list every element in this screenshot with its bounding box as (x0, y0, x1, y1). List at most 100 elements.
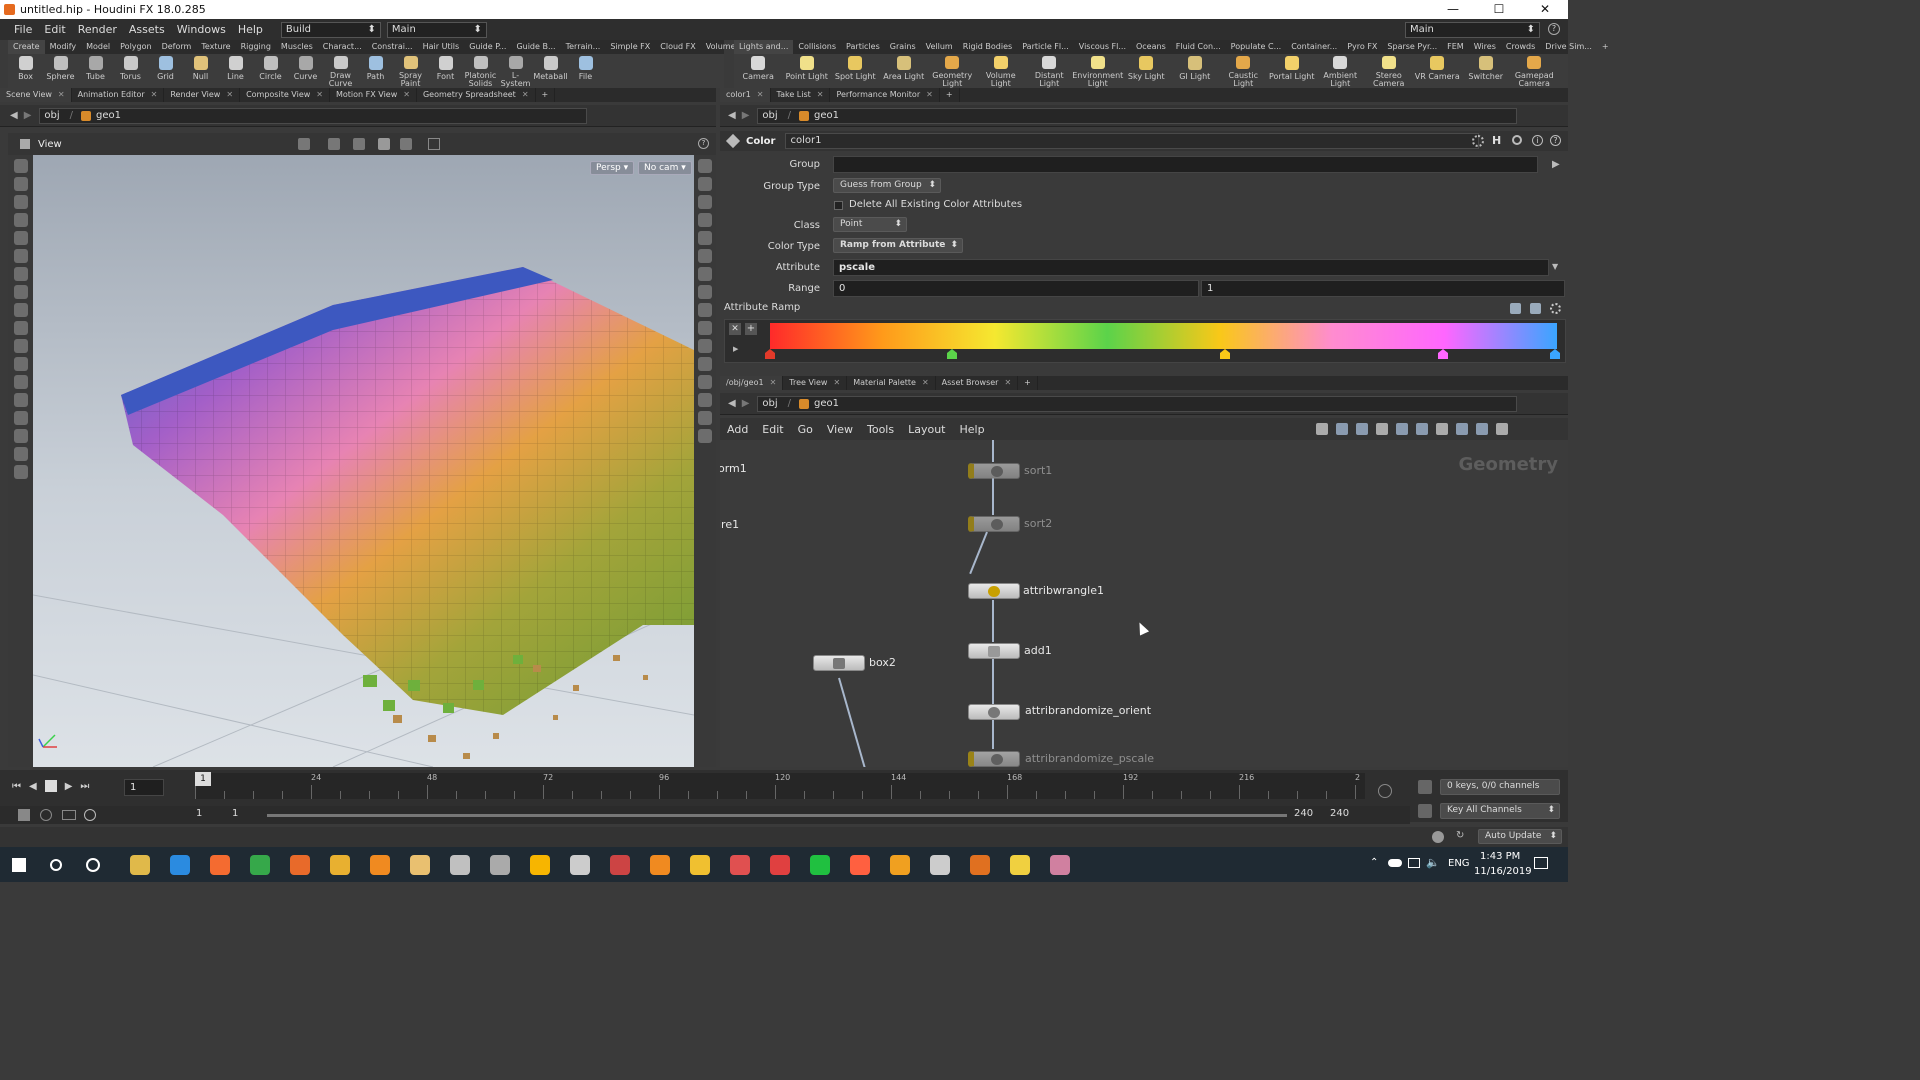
net-path-obj[interactable]: obj (762, 397, 777, 411)
texture-icon[interactable] (13, 357, 28, 371)
network-menu-help[interactable]: Help (953, 423, 992, 436)
taskbar-app-icon-13[interactable] (610, 854, 630, 875)
shelf-tab-hair-utils[interactable]: Hair Utils (418, 40, 465, 54)
ramp-key-1[interactable] (947, 349, 957, 359)
shelf-tool-circle[interactable]: Circle (253, 54, 288, 88)
point-toggle-icon[interactable] (698, 285, 712, 299)
left-pane-tab-geometry-spreadsheet[interactable]: Geometry Spreadsheet ✕ (417, 88, 536, 102)
build-dropdown[interactable]: Build ⬍ (280, 21, 381, 38)
search-icon[interactable] (50, 858, 62, 871)
color-ramp-bar[interactable] (770, 323, 1557, 349)
network-menu-tools[interactable]: Tools (860, 423, 901, 436)
shelf-tab-modify[interactable]: Modify (45, 40, 82, 54)
camera-menu[interactable]: No cam ▾ (638, 161, 692, 175)
node-label-sort2[interactable]: sort2 (1024, 517, 1052, 530)
dolly-icon[interactable] (13, 465, 28, 479)
close-tab-icon[interactable]: ✕ (922, 378, 929, 387)
left-pane-add-tab-icon[interactable]: + (536, 88, 556, 102)
render-icon[interactable] (13, 303, 28, 317)
shelf-tool-area-light[interactable]: Area Light (880, 54, 929, 88)
attribute-dropdown-icon[interactable]: ▼ (1552, 262, 1558, 271)
ramp-key-4[interactable] (1550, 349, 1560, 359)
keys-channels-display[interactable]: 0 keys, 0/0 channels (1440, 779, 1560, 795)
left-pane-tab-animation-editor[interactable]: Animation Editor ✕ (72, 88, 165, 102)
params-pane-tab-color1[interactable]: color1 ✕ (720, 88, 771, 102)
network-tree-icon[interactable] (1336, 423, 1348, 435)
node-label-attribwrangle1[interactable]: attribwrangle1 (1023, 584, 1104, 597)
close-tab-icon[interactable]: ✕ (770, 378, 777, 387)
node-sort1[interactable] (968, 463, 1020, 479)
help-icon[interactable]: ? (1548, 23, 1560, 35)
range-max-field[interactable]: 1 (1201, 280, 1565, 297)
language-indicator[interactable]: ENG (1448, 858, 1470, 869)
audio-icon[interactable] (1378, 784, 1392, 798)
ramp-expand-icon[interactable]: ▶ (733, 345, 738, 353)
key-channels-icon[interactable] (1418, 804, 1432, 818)
network-zoom-icon[interactable] (1476, 423, 1488, 435)
refresh-icon[interactable]: ↻ (1456, 830, 1464, 841)
shelf-tab-wires[interactable]: Wires (1469, 40, 1501, 54)
network-pane-tab-asset-browser[interactable]: Asset Browser ✕ (936, 376, 1019, 390)
volume-icon[interactable]: 🔈 (1426, 856, 1440, 869)
menu-assets[interactable]: Assets (123, 19, 171, 40)
shelf-tab-guide-p[interactable]: Guide P... (464, 40, 511, 54)
3d-viewport[interactable]: Persp ▾ No cam ▾ (33, 155, 694, 767)
node-label-add1[interactable]: add1 (1024, 644, 1052, 657)
network-wrench-icon[interactable] (1316, 423, 1328, 435)
text-toggle-icon[interactable] (698, 375, 712, 389)
lasso-icon[interactable] (13, 393, 28, 407)
jump-start-icon[interactable]: ⏮ (12, 781, 21, 792)
shelf-tool-caustic-light[interactable]: Caustic Light (1219, 54, 1268, 88)
main-dropdown[interactable]: Main ⬍ (386, 21, 487, 38)
transform-mode-icon[interactable] (328, 138, 340, 150)
guide-toggle-icon[interactable] (698, 357, 712, 371)
shelf-tool-null[interactable]: Null (183, 54, 218, 88)
tray-up-icon[interactable]: ⌃ (1370, 857, 1378, 868)
shelf-tab-muscles[interactable]: Muscles (276, 40, 318, 54)
network-list-icon[interactable] (1356, 423, 1368, 435)
grid-toggle-icon[interactable] (698, 339, 712, 353)
timeline-bar[interactable]: 1 24 48 72 96 120 144 168 192 216 2 (195, 773, 1365, 799)
shelf-tool-switcher[interactable]: Switcher (1462, 54, 1511, 88)
light-icon[interactable] (13, 249, 28, 263)
taskbar-app-icon-15[interactable] (690, 854, 710, 875)
taskbar-app-icon-20[interactable] (890, 854, 910, 875)
shelf-tool-stereo-camera[interactable]: Stereo Camera (1365, 54, 1414, 88)
clock-time[interactable]: 1:43 PM (1480, 851, 1520, 862)
shelf-tool-sky-light[interactable]: Sky Light (1122, 54, 1171, 88)
range-min-field[interactable]: 0 (833, 280, 1199, 297)
desktop-dropdown[interactable]: Main ⬍ (1405, 21, 1540, 38)
shelf-tab-particle-fl[interactable]: Particle Fl... (1017, 40, 1074, 54)
taskbar-app-icon-2[interactable] (170, 854, 190, 875)
group-arrow-icon[interactable]: ▶ (1552, 159, 1560, 170)
group-field[interactable] (833, 156, 1538, 173)
network-sticky-icon[interactable] (1436, 423, 1448, 435)
range-end-field[interactable]: 240 (1294, 808, 1313, 819)
shelf-tab-particles[interactable]: Particles (841, 40, 885, 54)
handle-icon[interactable] (13, 159, 28, 173)
taskbar-app-icon-19[interactable] (850, 854, 870, 875)
back-arrow-icon[interactable]: ◀ (10, 110, 18, 121)
pose-icon[interactable] (13, 195, 28, 209)
network-grid-icon[interactable] (1376, 423, 1388, 435)
taskbar-app-icon-24[interactable] (1050, 854, 1070, 875)
menu-file[interactable]: File (8, 19, 38, 40)
node-attribwrangle1[interactable] (968, 583, 1020, 599)
taskbar-app-icon-16[interactable] (730, 854, 750, 875)
frame-icon[interactable] (428, 138, 440, 150)
shelf-tab-sparse-pyr[interactable]: Sparse Pyr... (1382, 40, 1442, 54)
step-back-icon[interactable]: ◀ (29, 781, 37, 792)
task-view-icon[interactable] (86, 857, 100, 872)
node-attribrandomize-pscale[interactable] (968, 751, 1020, 767)
info-icon[interactable]: i (1532, 135, 1543, 146)
left-path-field[interactable]: obj / geo1 (39, 107, 588, 124)
node-box2[interactable] (813, 655, 865, 671)
node-add1[interactable] (968, 643, 1020, 659)
wire-toggle-icon[interactable] (698, 231, 712, 245)
network-menu-add[interactable]: Add (720, 423, 755, 436)
timeline-playhead[interactable]: 1 (195, 772, 211, 786)
shelf-tool-spot-light[interactable]: Spot Light (831, 54, 880, 88)
current-frame-field[interactable]: 1 (124, 779, 164, 796)
taskbar-app-icon-18[interactable] (810, 854, 830, 875)
taskbar-app-icon-21[interactable] (930, 854, 950, 875)
